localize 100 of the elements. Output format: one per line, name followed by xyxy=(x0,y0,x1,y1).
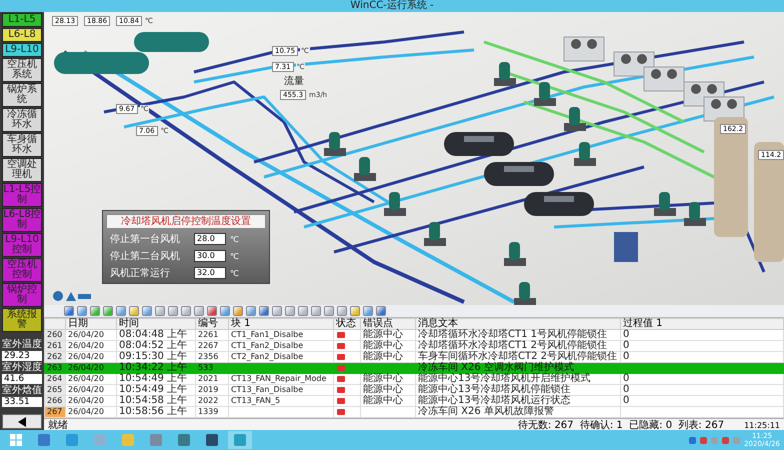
outdoor-label: 室外温度 xyxy=(2,339,42,350)
table-cell: CT13_Fan_Disalbe xyxy=(228,384,334,396)
setting-label: 停止第一台风机 xyxy=(110,232,181,246)
table-cell: 0 xyxy=(620,340,784,352)
table-cell: 0 xyxy=(620,396,784,406)
nav-button[interactable]: 空调处理机 xyxy=(2,158,42,182)
row-number: 261 xyxy=(44,340,66,352)
app-icon xyxy=(206,434,218,446)
row-number: 260 xyxy=(44,330,66,340)
table-cell: 0 xyxy=(620,384,784,396)
table-cell: 0 xyxy=(620,330,784,340)
column-header: 过程值 1 xyxy=(620,318,784,330)
setting-label: 停止第二台风机 xyxy=(110,250,181,263)
outdoor-value: 33.51 xyxy=(2,397,42,407)
panel-title: 冷却塔风机启停控制温度设置 xyxy=(106,214,266,229)
table-cell: 2022 xyxy=(196,396,228,406)
table-cell: 2021 xyxy=(196,374,228,384)
flow-label: 流量 xyxy=(284,76,304,87)
table-cell: 08:04:52 上午 xyxy=(116,340,196,352)
column-header: 块 1 xyxy=(228,318,334,330)
column-header: 消息文本 xyxy=(416,318,620,330)
nav-button[interactable]: L6-L8 xyxy=(2,28,42,42)
row-number: 266 xyxy=(44,396,66,406)
table-cell: 2267 xyxy=(196,340,228,352)
column-header: 时间 xyxy=(116,318,196,330)
alarm-row[interactable]: 260 26/04/20 08:04:48 上午 2261 CT1_Fan1_Disalbe 能源中心 冷却塔循环水冷却塔CT1 1号风机停能锁住 0 xyxy=(44,330,784,340)
table-cell: 26/04/20 xyxy=(66,330,116,340)
row-number: 263 xyxy=(44,362,66,374)
app-icon xyxy=(234,434,246,446)
alarm-row[interactable]: 265 26/04/20 10:54:49 上午 2019 CT13_Fan_Disalbe 能源中心 能源中心13号冷却塔风机停能锁住 0 xyxy=(44,384,784,396)
left-arrow-icon xyxy=(16,416,28,428)
table-cell: 能源中心 xyxy=(360,374,416,384)
unit-label: ℃ xyxy=(230,234,239,244)
column-header: 日期 xyxy=(66,318,116,330)
nav-button[interactable]: 系统报警 xyxy=(2,308,42,332)
table-cell: 冷却塔循环水冷却塔CT1 1号风机停能锁住 xyxy=(416,330,620,340)
table-cell: 2261 xyxy=(196,330,228,340)
outdoor-label: 室外焓值 xyxy=(2,385,42,396)
row-number: 265 xyxy=(44,384,66,396)
table-cell: 2019 xyxy=(196,384,228,396)
app-icon xyxy=(38,434,50,446)
nav-button[interactable]: 空压机系统 xyxy=(2,58,42,82)
row-number: 267 xyxy=(44,406,66,418)
nav-button[interactable]: L9-L10 xyxy=(2,43,42,57)
status-text: 就绪 xyxy=(48,420,68,430)
table-cell: 26/04/20 xyxy=(66,384,116,396)
status-time: 11:25:11 xyxy=(744,420,780,430)
app-icon xyxy=(94,434,106,446)
unit-label: ℃ xyxy=(230,252,239,260)
table-cell: 10:54:49 上午 xyxy=(116,384,196,396)
table-cell: CT13_FAN_Repair_Mode xyxy=(228,374,334,384)
setpoint-field[interactable]: 28.0 xyxy=(194,233,226,245)
table-cell: 能源中心 xyxy=(360,396,416,406)
table-cell: 冷冻车间 X26 空调水阀门维护模式 xyxy=(416,362,620,374)
outdoor-value: 41.6 xyxy=(2,374,42,384)
table-cell: CT1_Fan1_Disalbe xyxy=(228,330,334,340)
column-header: 状态 xyxy=(334,318,360,330)
alarm-counts: 待无数: 267 待确认: 1 已隐藏: 0 列表: 267 xyxy=(518,420,724,430)
table-cell: 26/04/20 xyxy=(66,396,116,406)
setting-label: 风机正常运行 xyxy=(110,266,171,280)
outdoor-value: 29.23 xyxy=(2,351,42,361)
alarm-row[interactable]: 263 26/04/20 10:34:22 上午 533 冷冻车间 X26 空调水阀门维护模式 xyxy=(44,362,784,374)
alarm-row[interactable]: 264 26/04/20 10:54:49 上午 2021 CT13_FAN_Repair_Mode 能源中心 能源中心13号冷却塔风机开启维护模式 0 xyxy=(44,374,784,384)
table-cell: 10:54:49 上午 xyxy=(116,374,196,384)
table-cell: 能源中心 xyxy=(360,340,416,352)
alarm-row[interactable]: 266 26/04/20 10:54:58 上午 2022 CT13_FAN_5 能源中心 能源中心13号冷却塔风机运行状态 0 xyxy=(44,396,784,406)
nav-button[interactable]: 车身循环水 xyxy=(2,133,42,157)
nav-button[interactable]: L1-L5 xyxy=(2,13,42,27)
table-cell: 能源中心 xyxy=(360,330,416,340)
table-cell: 26/04/20 xyxy=(66,340,116,352)
table-cell: 10:54:58 上午 xyxy=(116,396,196,406)
windows-icon xyxy=(10,434,22,446)
table-cell: 10:34:22 上午 xyxy=(116,362,196,374)
table-cell: 08:04:48 上午 xyxy=(116,330,196,340)
row-number: 262 xyxy=(44,352,66,362)
app-icon xyxy=(66,434,78,446)
app-icon xyxy=(122,434,134,446)
app-icon xyxy=(178,434,190,446)
row-number: 264 xyxy=(44,374,66,384)
setpoint-field[interactable]: 32.0 xyxy=(194,267,226,279)
table-cell: 能源中心 xyxy=(360,384,416,396)
alarm-row[interactable]: 261 26/04/20 08:04:52 上午 2267 CT1_Fan2_Disalbe 能源中心 冷却塔循环水冷却塔CT1 2号风机停能锁住 0 xyxy=(44,340,784,352)
nav-button[interactable]: 锅炉系统 xyxy=(2,83,42,107)
app-icon xyxy=(150,434,162,446)
table-cell: 能源中心13号冷却塔风机运行状态 xyxy=(416,396,620,406)
outdoor-label: 室外湿度 xyxy=(2,362,42,373)
table-cell: 能源中心13号冷却塔风机停能锁住 xyxy=(416,384,620,396)
setpoint-field[interactable]: 30.0 xyxy=(194,250,226,262)
column-header: 错误点 xyxy=(360,318,416,330)
table-cell: 0 xyxy=(620,374,784,384)
back-button[interactable] xyxy=(2,414,42,429)
column-header: 编号 xyxy=(196,318,228,330)
table-cell: CT13_FAN_5 xyxy=(228,396,334,406)
company-logo-icon xyxy=(52,290,92,302)
table-cell: CT1_Fan2_Disalbe xyxy=(228,340,334,352)
nav-button[interactable]: 冷冻循环水 xyxy=(2,108,42,132)
table-cell: 能源中心13号冷却塔风机开启维护模式 xyxy=(416,374,620,384)
unit-label: ℃ xyxy=(230,268,239,278)
table-cell: 26/04/20 xyxy=(66,374,116,384)
table-cell: 冷却塔循环水冷却塔CT1 2号风机停能锁住 xyxy=(416,340,620,352)
